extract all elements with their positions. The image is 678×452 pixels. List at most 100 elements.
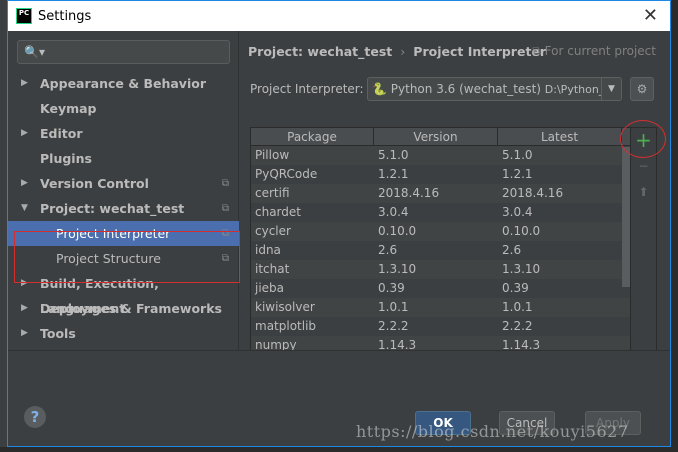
interpreter-value: Python 3.6 (wechat_test): [390, 82, 541, 96]
settings-search-input[interactable]: 🔍▾: [17, 40, 230, 64]
column-package[interactable]: Package: [251, 128, 374, 145]
package-name: idna: [255, 243, 281, 257]
package-latest: 1.0.1: [502, 300, 533, 314]
copy-icon: ⧉: [532, 44, 545, 58]
package-latest: 5.1.0: [502, 148, 533, 162]
package-name: kiwisolver: [255, 300, 315, 314]
breadcrumb-current: Project Interpreter: [413, 44, 547, 59]
sidebar-item-version-control[interactable]: ▶ Version Control ⧉: [8, 171, 239, 196]
packages-table: Package Version Latest Pillow 5.1.0 5.1.0 P…: [250, 127, 631, 379]
table-row[interactable]: itchat 1.3.10 1.3.10: [251, 260, 630, 279]
chevron-right-icon[interactable]: ▶: [21, 321, 28, 346]
package-name: matplotlib: [255, 319, 317, 333]
interpreter-label: Project Interpreter:: [250, 82, 364, 96]
package-latest: 0.39: [502, 281, 529, 295]
sidebar-item-appearance-behavior[interactable]: ▶ Appearance & Behavior: [8, 71, 239, 96]
package-latest: 2.6: [502, 243, 522, 257]
package-latest: 0.10.0: [502, 224, 541, 238]
pycharm-logo-icon: PC: [16, 8, 32, 24]
sidebar-item-project-structure[interactable]: Project Structure ⧉: [8, 246, 239, 271]
package-version: 2.2.2: [378, 319, 409, 333]
close-button[interactable]: ✕: [643, 5, 658, 26]
table-row[interactable]: cycler 0.10.0 0.10.0: [251, 222, 630, 241]
package-name: itchat: [255, 262, 290, 276]
sidebar-item-label: Keymap: [40, 101, 97, 116]
sidebar-item-label: Project Structure: [56, 251, 161, 266]
cancel-button[interactable]: Cancel: [499, 411, 555, 435]
chevron-down-icon[interactable]: ▼: [21, 196, 28, 221]
table-row[interactable]: PyQRCode 1.2.1 1.2.1: [251, 165, 630, 184]
sidebar-item-plugins[interactable]: Plugins: [8, 146, 239, 171]
sidebar-item-editor[interactable]: ▶ Editor: [8, 121, 239, 146]
package-version: 2.6: [378, 243, 398, 257]
package-name: jieba: [255, 281, 285, 295]
apply-button[interactable]: Apply: [585, 411, 641, 435]
package-version: 1.0.1: [378, 300, 409, 314]
chevron-right-icon[interactable]: ▶: [21, 121, 28, 146]
column-latest[interactable]: Latest: [498, 128, 622, 145]
dialog-footer: ? OK Cancel Apply: [8, 350, 670, 446]
package-version: 0.39: [378, 281, 405, 295]
package-latest: 1.3.10: [502, 262, 541, 276]
package-name: chardet: [255, 205, 301, 219]
sidebar-item-build-execution-deployment[interactable]: ▶ Build, Execution, Deployment: [8, 271, 239, 316]
copy-icon: ⧉: [221, 253, 229, 264]
scrollbar[interactable]: [622, 147, 630, 287]
title-bar: PC Settings ✕: [8, 1, 670, 31]
package-name: PyQRCode: [255, 167, 318, 181]
sidebar-item-label: Plugins: [40, 151, 92, 166]
sidebar-item-label: Languages & Frameworks: [40, 301, 222, 316]
sidebar-item-languages-frameworks[interactable]: ▶ Languages & Frameworks: [8, 296, 239, 321]
settings-dialog: PC Settings ✕ 🔍▾ ▶ Appearance & Behavior K…: [7, 0, 671, 447]
sidebar-item-keymap[interactable]: Keymap: [8, 96, 239, 121]
package-name: cycler: [255, 224, 291, 238]
table-row[interactable]: chardet 3.0.4 3.0.4: [251, 203, 630, 222]
table-row[interactable]: Pillow 5.1.0 5.1.0: [251, 146, 630, 165]
help-icon[interactable]: ?: [24, 406, 46, 428]
add-package-button[interactable]: +: [631, 128, 656, 154]
table-row[interactable]: jieba 0.39 0.39: [251, 279, 630, 298]
table-row[interactable]: matplotlib 2.2.2 2.2.2: [251, 317, 630, 336]
sidebar-item-label: Tools: [40, 326, 76, 341]
package-name: Pillow: [255, 148, 290, 162]
remove-package-button[interactable]: −: [631, 154, 656, 180]
chevron-right-icon[interactable]: ▶: [21, 296, 28, 321]
ok-button[interactable]: OK: [415, 411, 471, 435]
copy-icon: ⧉: [221, 228, 229, 239]
package-toolbar: + − ⬆: [631, 127, 657, 379]
breadcrumb-parent[interactable]: Project: wechat_test: [248, 44, 392, 59]
table-row[interactable]: idna 2.6 2.6: [251, 241, 630, 260]
upgrade-package-button[interactable]: ⬆: [631, 180, 656, 206]
column-version[interactable]: Version: [374, 128, 498, 145]
package-version: 1.2.1: [378, 167, 409, 181]
settings-sidebar: 🔍▾ ▶ Appearance & Behavior Keymap ▶ Editor Pl…: [8, 31, 240, 350]
breadcrumb: Project: wechat_test › Project Interpreter: [248, 44, 546, 59]
chevron-right-icon[interactable]: ▶: [21, 171, 28, 196]
sidebar-item-project-interpreter[interactable]: Project Interpreter ⧉: [8, 221, 239, 246]
sidebar-item-tools[interactable]: ▶ Tools: [8, 321, 239, 346]
table-row[interactable]: certifi 2018.4.16 2018.4.16: [251, 184, 630, 203]
python-icon: 🐍: [372, 82, 387, 96]
package-version: 2018.4.16: [378, 186, 440, 200]
window-title: Settings: [38, 8, 92, 24]
package-name: certifi: [255, 186, 290, 200]
gear-icon[interactable]: ⚙: [630, 77, 654, 101]
package-latest: 3.0.4: [502, 205, 533, 219]
package-latest: 2.2.2: [502, 319, 533, 333]
interpreter-select[interactable]: 🐍 Python 3.6 (wechat_test) D:\Python_sp …: [367, 77, 622, 101]
scope-text: For current project: [544, 44, 656, 58]
sidebar-item-label: Project Interpreter: [56, 226, 171, 241]
settings-tree: ▶ Appearance & Behavior Keymap ▶ Editor Plugi…: [8, 71, 239, 346]
chevron-down-icon[interactable]: ▼: [601, 78, 621, 100]
scope-label: ⧉ For current project: [532, 44, 656, 59]
background-editor: [0, 447, 678, 452]
package-latest: 2018.4.16: [502, 186, 564, 200]
sidebar-item-project-wechat-test[interactable]: ▼ Project: wechat_test ⧉: [8, 196, 239, 221]
chevron-right-icon[interactable]: ▶: [21, 71, 28, 96]
chevron-right-icon[interactable]: ▶: [21, 271, 28, 296]
table-row[interactable]: kiwisolver 1.0.1 1.0.1: [251, 298, 630, 317]
package-version: 3.0.4: [378, 205, 409, 219]
package-version: 0.10.0: [378, 224, 417, 238]
breadcrumb-separator-icon: ›: [400, 44, 406, 59]
package-version: 5.1.0: [378, 148, 409, 162]
